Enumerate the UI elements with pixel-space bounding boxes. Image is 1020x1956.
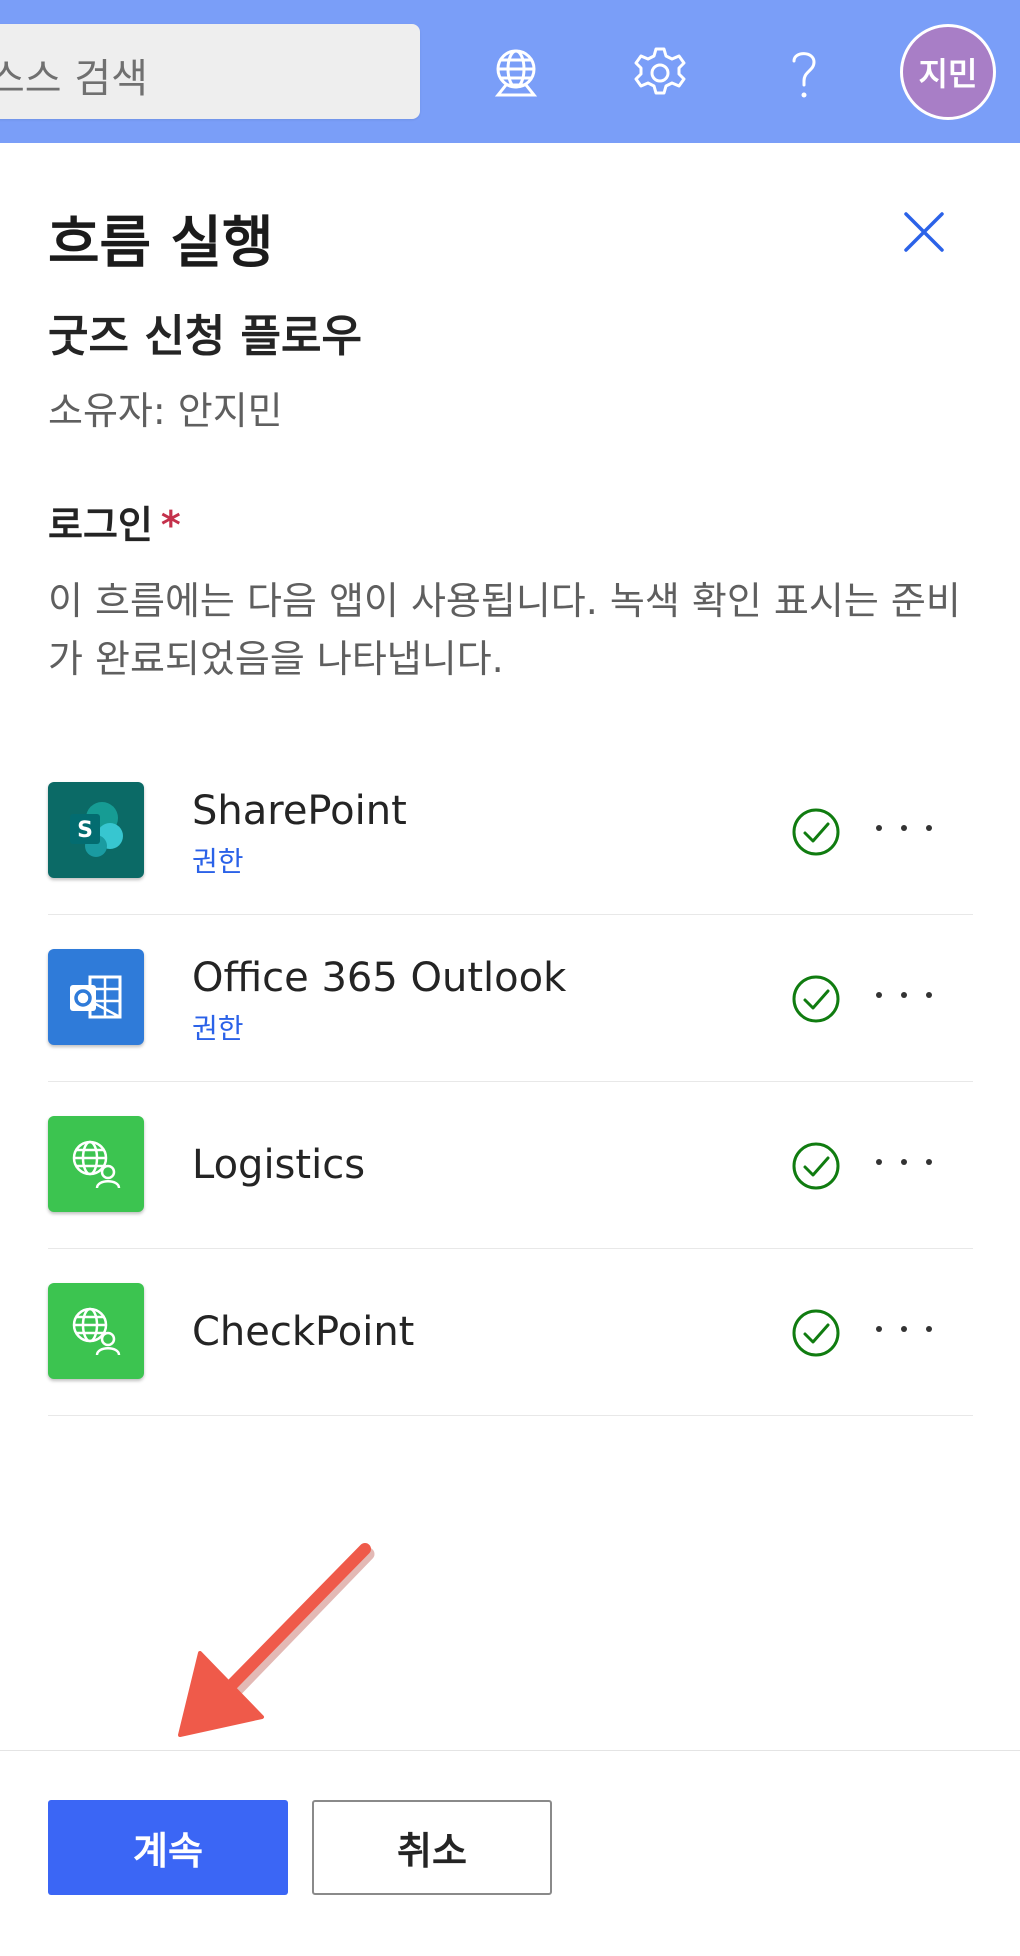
gear-icon[interactable] [632, 45, 688, 101]
connection-row-sharepoint: S SharePoint 권한 [48, 748, 973, 915]
connection-row-checkpoint: CheckPoint [48, 1249, 973, 1416]
check-circle-icon [791, 974, 841, 1024]
connection-row-outlook: Office 365 Outlook 권한 [48, 915, 973, 1082]
connection-row-logistics: Logistics [48, 1082, 973, 1249]
continue-button[interactable]: 계속 [48, 1800, 288, 1895]
connection-name: Office 365 Outlook [192, 955, 567, 1001]
check-circle-icon [791, 1308, 841, 1358]
flow-owner: 소유자: 안지민 [48, 389, 283, 433]
section-label-text: 로그인 [48, 503, 153, 547]
sign-in-section-label: 로그인 * [48, 494, 181, 549]
search-placeholder: 스스 검색 [0, 56, 148, 102]
check-circle-icon [791, 1141, 841, 1191]
svg-text:S: S [77, 818, 93, 843]
connection-list: S SharePoint 권한 Office 365 Outlook 권한 Lo… [48, 748, 973, 1416]
connection-name: CheckPoint [192, 1309, 415, 1355]
custom-connector-icon [48, 1116, 144, 1212]
sharepoint-icon: S [48, 782, 144, 878]
permissions-link[interactable]: 권한 [192, 1007, 244, 1047]
avatar[interactable]: 지민 [900, 24, 996, 120]
annotation-arrow-icon [170, 1535, 380, 1750]
more-options-button[interactable] [876, 1301, 932, 1357]
search-box[interactable]: 스스 검색 [0, 24, 420, 119]
check-circle-icon [791, 807, 841, 857]
more-options-button[interactable] [876, 800, 932, 856]
footer-divider [0, 1750, 1020, 1751]
cancel-button[interactable]: 취소 [312, 1800, 552, 1895]
page-title: 흐름 실행 [48, 211, 274, 276]
custom-connector-icon [48, 1283, 144, 1379]
connection-name: SharePoint [192, 788, 407, 834]
more-options-button[interactable] [876, 967, 932, 1023]
more-options-button[interactable] [876, 1134, 932, 1190]
help-icon[interactable] [776, 45, 832, 101]
top-bar: 스스 검색 지민 [0, 0, 1020, 143]
flow-name: 굿즈 신청 플로우 [48, 311, 362, 362]
permissions-link[interactable]: 권한 [192, 840, 244, 880]
outlook-icon [48, 949, 144, 1045]
connection-name: Logistics [192, 1142, 366, 1188]
globe-icon[interactable] [488, 45, 544, 101]
required-marker: * [160, 503, 181, 547]
close-icon[interactable] [898, 206, 950, 258]
avatar-initials: 지민 [918, 55, 978, 93]
connections-description: 이 흐름에는 다음 앱이 사용됩니다. 녹색 확인 표시는 준비가 완료되었음을… [48, 579, 961, 681]
